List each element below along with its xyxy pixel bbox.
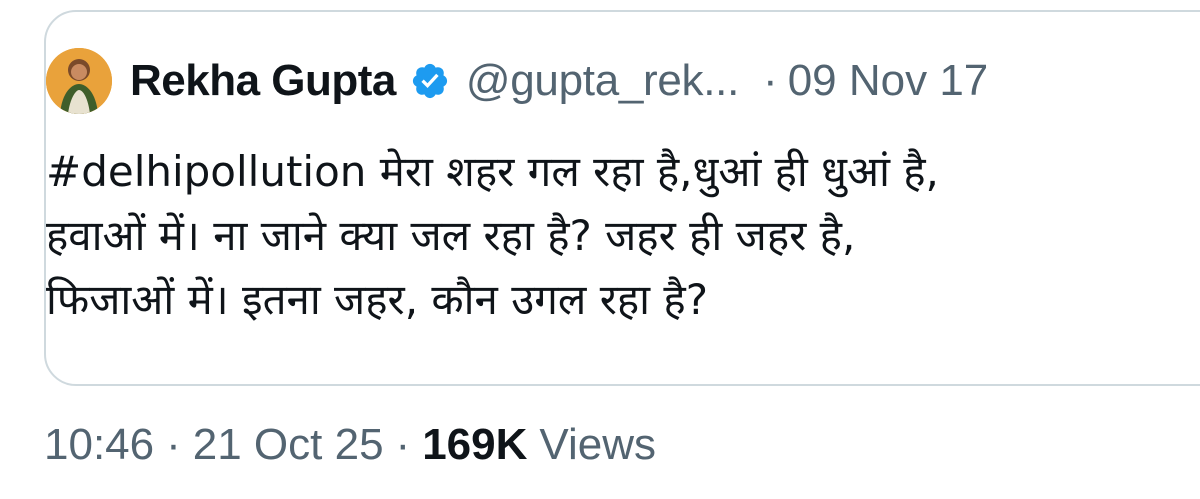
quoted-tweet-line: #delhipollution मेरा शहर गल रहा है,धुआं …	[46, 147, 939, 196]
author-name[interactable]: Rekha Gupta	[130, 56, 396, 106]
tweet-time[interactable]: 10:46	[44, 420, 154, 470]
separator-dot: ·	[395, 420, 411, 469]
quoted-tweet-line: हवाओं में। ना जाने क्या जल रहा है? जहर ह…	[46, 211, 856, 260]
verified-badge-icon	[410, 61, 450, 101]
separator-dot: ·	[763, 56, 778, 105]
avatar[interactable]	[46, 48, 112, 114]
author-handle[interactable]: @gupta_rek...	[466, 56, 739, 106]
views-label: Views	[539, 420, 656, 469]
views-count[interactable]: 169K	[422, 420, 527, 470]
quoted-tweet-header: Rekha Gupta @gupta_rek... · 09 Nov 17	[46, 48, 988, 114]
quoted-tweet-text: #delhipollution मेरा शहर गल रहा है,धुआं …	[46, 140, 1166, 332]
tweet-date[interactable]: 21 Oct 25	[193, 420, 384, 470]
tweet-meta: 10:46 · 21 Oct 25 · 169K Views	[44, 420, 656, 470]
quoted-tweet-date[interactable]: 09 Nov 17	[788, 56, 989, 106]
separator-dot: ·	[166, 420, 181, 469]
quoted-tweet-line: फिजाओं में। इतना जहर, कौन उगल रहा है?	[46, 275, 708, 324]
